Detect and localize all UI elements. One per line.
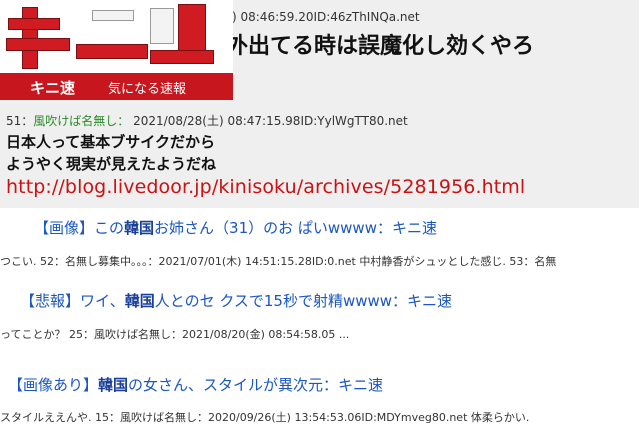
logo-glyph-part xyxy=(92,10,134,21)
logo-tagline: 気になる速報 xyxy=(108,82,187,97)
source-url-link[interactable]: http://blog.livedoor.jp/kinisoku/archive… xyxy=(6,176,525,198)
keyword-highlight: 韓国 xyxy=(124,219,155,237)
related-article-snippet: スタイルええんや. 15：風吹けば名無し：2020/09/26(土) 13:54… xyxy=(0,411,530,424)
related-article-link[interactable]: 【画像】この韓国お姉さん（31）のお ぱいwwww：キニ速 xyxy=(34,217,437,238)
related-article-link[interactable]: 【画像あり】韓国の女さん、スタイルが異次元：キニ速 xyxy=(8,374,383,395)
post-body-line1: 日本人って基本ブサイクだから xyxy=(6,133,215,151)
keyword-highlight: 韓国 xyxy=(124,292,155,310)
logo-glyph-part xyxy=(76,44,148,59)
post-number: 51： xyxy=(6,114,34,128)
post-body-line2: ようやく現実が見えたようだね xyxy=(6,155,217,173)
related-article-snippet: ってことか？ 25：風吹けば名無し：2021/08/20(金) 08:54:58… xyxy=(0,328,350,341)
keyword-highlight: 韓国 xyxy=(98,376,129,394)
site-logo[interactable]: キニ速 気になる速報 xyxy=(0,0,233,100)
post-title: 外出てる時は誤魔化し効くやろ xyxy=(226,34,535,59)
logo-glyph-part xyxy=(6,38,70,51)
logo-glyph-part xyxy=(150,8,174,44)
poster-name: 風吹けば名無し： xyxy=(33,114,130,128)
logo-glyph-part xyxy=(150,50,214,64)
logo-name: キニ速 xyxy=(30,79,76,97)
post-51-header: 51：風吹けば名無し： 2021/08/28(土) 08:47:15.98ID:… xyxy=(6,112,408,129)
thread-excerpt: ) 08:46:59.20ID:46zThINQa.net 外出てる時は誤魔化し… xyxy=(0,0,639,208)
post-header: ) 08:46:59.20ID:46zThINQa.net xyxy=(232,10,420,24)
post-datetime: 2021/08/28(土) 08:47:15.98ID:YylWgTT80.ne… xyxy=(133,114,408,128)
logo-glyph-part xyxy=(8,18,60,30)
logo-banner: キニ速 気になる速報 xyxy=(0,73,233,100)
related-article-link[interactable]: 【悲報】ワイ、韓国人とのセ クスで15秒で射精wwww：キニ速 xyxy=(20,290,452,311)
related-article-snippet: つこい. 52：名無し募集中。。。：2021/07/01(木) 14:51:15… xyxy=(0,255,557,268)
